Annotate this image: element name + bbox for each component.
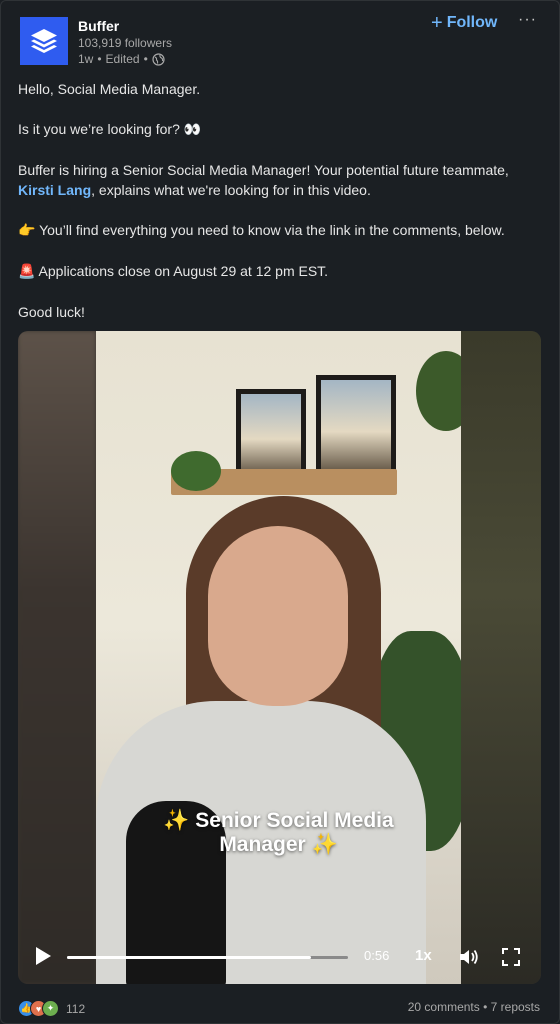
- pointing-emoji: 👉: [18, 223, 36, 239]
- caption-text-2: Manager: [219, 833, 306, 856]
- speaker-icon: [460, 949, 478, 965]
- post-body: Hello, Social Media Manager. Is it you w…: [18, 79, 543, 342]
- playback-speed-button[interactable]: 1x: [415, 947, 432, 964]
- sparkle-icon: ✨: [163, 809, 190, 832]
- post-meta: 1w • Edited •: [78, 51, 172, 67]
- celebrate-reaction-icon: ✦: [42, 1000, 59, 1017]
- buffer-logo[interactable]: [20, 17, 68, 65]
- person-face: [208, 526, 348, 706]
- play-icon[interactable]: [36, 947, 51, 965]
- mention-link[interactable]: Kirsti Lang: [18, 182, 91, 198]
- video-controls: 0:56 1x: [18, 937, 541, 977]
- reactions-summary[interactable]: 👍 ♥ ✦ 112: [18, 1000, 85, 1017]
- question-text: Is it you we’re looking for?: [18, 121, 180, 137]
- video-player[interactable]: ✨ Senior Social Media Manager ✨ 0:56 1x: [18, 331, 541, 984]
- wall-picture: [316, 375, 396, 479]
- post-question: Is it you we’re looking for? 👀: [18, 119, 543, 140]
- post-hiring: Buffer is hiring a Senior Social Media M…: [18, 160, 543, 200]
- buffer-logo-icon: [31, 29, 57, 53]
- post-deadline: 🚨 Applications close on August 29 at 12 …: [18, 261, 543, 282]
- edited-label: Edited: [105, 52, 140, 66]
- follow-button[interactable]: + Follow: [431, 11, 497, 35]
- plus-icon: +: [431, 12, 443, 34]
- hiring-text-end: , explains what we're looking for in thi…: [91, 182, 371, 198]
- caption-line-1: ✨ Senior Social Media: [96, 809, 461, 833]
- caption-line-2: Manager ✨: [96, 833, 461, 857]
- video-progress-fill: [67, 956, 312, 959]
- caption-text-1: Senior Social Media: [195, 809, 394, 832]
- video-time: 0:56: [364, 948, 390, 963]
- post-stats: 20 comments • 7 reposts: [408, 1000, 540, 1014]
- reaction-count: 112: [66, 1001, 86, 1016]
- post-closing: Good luck!: [18, 304, 85, 320]
- follow-label: Follow: [446, 14, 498, 31]
- follower-count: 103,919 followers: [78, 36, 173, 50]
- comments-count[interactable]: 20 comments: [408, 1000, 480, 1014]
- reposts-count[interactable]: 7 reposts: [491, 1000, 540, 1014]
- volume-button[interactable]: [458, 947, 480, 972]
- more-options-button[interactable]: ···: [518, 11, 540, 35]
- meta-dot: •: [97, 52, 102, 66]
- post-card: Buffer 103,919 followers 1w • Edited • +…: [0, 0, 560, 1024]
- wall-picture: [236, 389, 306, 481]
- sparkle-icon: ✨: [311, 833, 338, 856]
- author-block: Buffer 103,919 followers 1w • Edited •: [78, 18, 172, 67]
- author-name[interactable]: Buffer: [78, 18, 172, 35]
- eyes-emoji: 👀: [183, 122, 202, 138]
- hiring-text-start: Buffer is hiring a Senior Social Media M…: [18, 162, 509, 178]
- post-link-note: 👉 You’ll find everything you need to kno…: [18, 220, 543, 241]
- wall-plant: [416, 351, 461, 431]
- shelf-plant: [171, 451, 221, 491]
- video-blur-left: [18, 331, 96, 984]
- video-progress-bar[interactable]: [67, 956, 348, 959]
- video-caption: ✨ Senior Social Media Manager ✨: [96, 809, 461, 857]
- siren-emoji: 🚨: [18, 264, 36, 280]
- fullscreen-button[interactable]: [501, 947, 521, 972]
- post-greeting: Hello, Social Media Manager.: [18, 81, 201, 97]
- video-blur-right: [461, 331, 541, 984]
- meta-dot: •: [143, 52, 148, 66]
- reaction-icons: 👍 ♥ ✦: [18, 1000, 59, 1017]
- deadline-text: Applications close on August 29 at 12 pm…: [35, 263, 329, 279]
- globe-icon: [152, 52, 165, 66]
- post-time: 1w: [78, 52, 94, 66]
- video-frame: [96, 331, 461, 984]
- fullscreen-icon: [502, 948, 520, 966]
- stats-separator: •: [479, 1000, 491, 1014]
- link-note-text: You’ll find everything you need to know …: [35, 222, 505, 238]
